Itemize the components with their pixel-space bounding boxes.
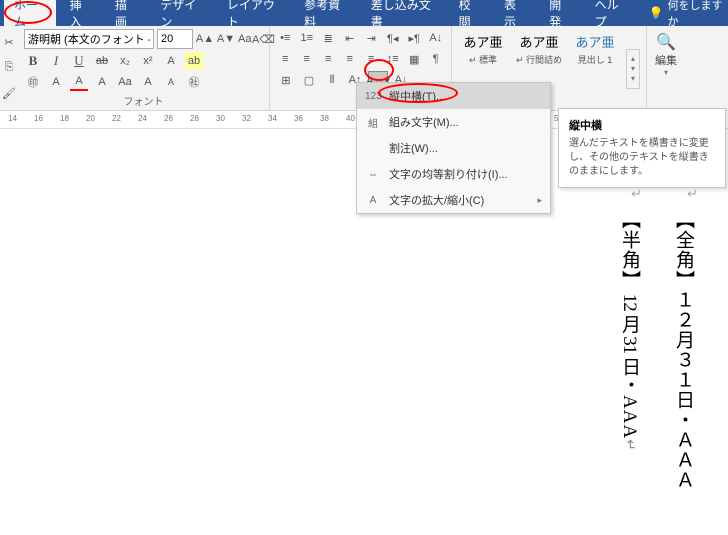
- shrink-a-button[interactable]: A: [162, 73, 180, 91]
- indent-dec-button[interactable]: ⇤: [341, 29, 360, 47]
- sort-button[interactable]: A↓: [427, 29, 446, 47]
- font-size-combo[interactable]: [157, 29, 193, 49]
- tell-me-search[interactable]: 💡 何をしますか: [649, 0, 724, 29]
- editing-label: 編集: [655, 52, 677, 68]
- bulb-icon: 💡: [649, 6, 664, 20]
- ruler-number: 40: [346, 114, 355, 123]
- distribute-icon: ⇔: [365, 169, 381, 180]
- enclosed-char-button[interactable]: ㊞: [24, 73, 42, 91]
- menu-char-scaling[interactable]: A 文字の拡大/縮小(C) ▸: [357, 187, 550, 213]
- vertical-text-halfwidth[interactable]: 【半角】 12 月 31 日・AAA↵: [606, 210, 652, 452]
- borders-button[interactable]: ▢: [299, 71, 319, 89]
- shrink-font-icon[interactable]: A▼: [217, 30, 235, 48]
- menu-tate-chu-yoko[interactable]: 123 縦中横(T)...: [357, 83, 550, 109]
- ruler-number: 26: [164, 114, 173, 123]
- highlight-button[interactable]: ab: [185, 52, 203, 70]
- ruler-number: 28: [190, 114, 199, 123]
- superscript-button[interactable]: x²: [139, 52, 157, 70]
- para-mark-icon: ↵: [687, 186, 698, 202]
- font-name-combo[interactable]: [24, 29, 154, 49]
- menu-combine-chars[interactable]: 組 組み文字(M)...: [357, 109, 550, 135]
- align-left-button[interactable]: ≡: [276, 50, 295, 68]
- menu-distribute-chars[interactable]: ⇔ 文字の均等割り付け(I)...: [357, 161, 550, 187]
- shading-button[interactable]: ▦: [405, 50, 424, 68]
- bold-button[interactable]: B: [24, 52, 42, 70]
- ruler-number: 38: [320, 114, 329, 123]
- font-group-label: フォント: [24, 91, 263, 110]
- numbering-button[interactable]: 1≡: [298, 29, 317, 47]
- bullets-button[interactable]: •≡: [276, 29, 295, 47]
- style-heading1[interactable]: あア亜 見出し 1: [570, 30, 620, 108]
- para-mark-icon: ↵: [631, 186, 642, 202]
- ruler-number: 22: [112, 114, 121, 123]
- tooltip-tcy: 縦中横 選んだテキストを横書きに変更し、その他のテキストを縦書きのままにします。: [558, 108, 726, 188]
- ruler-number: 16: [34, 114, 43, 123]
- line-spacing-button[interactable]: ↕≡: [384, 50, 403, 68]
- para-mark-icon: ↵: [622, 439, 637, 452]
- chevron-up-icon: ▴: [627, 54, 639, 64]
- grow-font-icon[interactable]: A▲: [196, 30, 214, 48]
- rtl-button[interactable]: ▸¶: [405, 29, 424, 47]
- ruler-number: 32: [242, 114, 251, 123]
- multilevel-button[interactable]: ≣: [319, 29, 338, 47]
- search-icon: 🔍: [655, 32, 677, 52]
- italic-button[interactable]: I: [47, 52, 65, 70]
- menu-tabs: ホーム 挿入 描画 デザイン レイアウト 参考資料 差し込み文書 校閲 表示 開…: [0, 0, 728, 26]
- clipboard-strip: ✂ ⎘ 🖌: [0, 26, 18, 110]
- ruler-number: 34: [268, 114, 277, 123]
- tell-me-label: 何をしますか: [668, 0, 724, 29]
- format-painter-icon[interactable]: 🖌: [2, 87, 16, 100]
- chevron-right-icon: ▸: [537, 195, 542, 206]
- enlarge-a-button[interactable]: A: [139, 73, 157, 91]
- align-right-button[interactable]: ≡: [319, 50, 338, 68]
- chevron-down-icon: ▾: [655, 68, 677, 77]
- asian-layout-menu: 123 縦中横(T)... 組 組み文字(M)... 割注(W)... ⇔ 文字…: [356, 82, 551, 214]
- menu-warichu[interactable]: 割注(W)...: [357, 135, 550, 161]
- copy-icon[interactable]: ⎘: [2, 61, 16, 74]
- ruler-number: 24: [138, 114, 147, 123]
- tooltip-title: 縦中横: [569, 117, 715, 133]
- snap-grid-button[interactable]: ⊞: [276, 71, 296, 89]
- char-shading-button[interactable]: A: [93, 73, 111, 91]
- distribute-button[interactable]: ≡: [362, 50, 381, 68]
- chevron-down-icon: ▾: [627, 64, 639, 74]
- editing-group[interactable]: 🔍 編集 ▾: [647, 26, 685, 110]
- font-group: A▲ A▼ Aa A⌫ B I U ab x₂ x² A ab ㊞ A A A …: [18, 26, 270, 110]
- strike-button[interactable]: ab: [93, 52, 111, 70]
- font-color-button[interactable]: A: [70, 73, 88, 91]
- text-effects-button[interactable]: A: [162, 52, 180, 70]
- tcy-icon: 123: [365, 91, 381, 102]
- justify-button[interactable]: ≡: [341, 50, 360, 68]
- underline-button[interactable]: U: [70, 52, 88, 70]
- show-marks-button[interactable]: ¶: [427, 50, 446, 68]
- circle-enclosure-button[interactable]: ㊓: [185, 73, 203, 91]
- vertical-text-fullwidth[interactable]: 【全角】１２月３１日・ＡＡＡ: [660, 210, 706, 490]
- chevron-more-icon: ▾: [627, 74, 639, 84]
- styles-expand-button[interactable]: ▴ ▾ ▾: [626, 49, 640, 89]
- cut-icon[interactable]: ✂: [2, 36, 16, 49]
- ruler-number: 36: [294, 114, 303, 123]
- tooltip-body: 選んだテキストを横書きに変更し、その他のテキストを縦書きのままにします。: [569, 137, 715, 179]
- border-button[interactable]: A: [47, 73, 65, 91]
- page: ↵ ↵ 【全角】１２月３１日・ＡＡＡ 【半角】 12 月 31 日・AAA↵: [538, 160, 728, 535]
- align-objects-button[interactable]: ⫴: [322, 71, 342, 89]
- scaling-icon: A: [365, 195, 381, 206]
- phonetic-icon[interactable]: Aa: [238, 30, 251, 48]
- subscript-button[interactable]: x₂: [116, 52, 134, 70]
- ruler-number: 14: [8, 114, 17, 123]
- indent-inc-button[interactable]: ⇥: [362, 29, 381, 47]
- ltr-button[interactable]: ¶◂: [384, 29, 403, 47]
- align-center-button[interactable]: ≡: [298, 50, 317, 68]
- ruler-number: 30: [216, 114, 225, 123]
- combine-icon: 組: [365, 115, 381, 130]
- ruler-number: 20: [86, 114, 95, 123]
- change-case-button[interactable]: Aa: [116, 73, 134, 91]
- ruler-number: 18: [60, 114, 69, 123]
